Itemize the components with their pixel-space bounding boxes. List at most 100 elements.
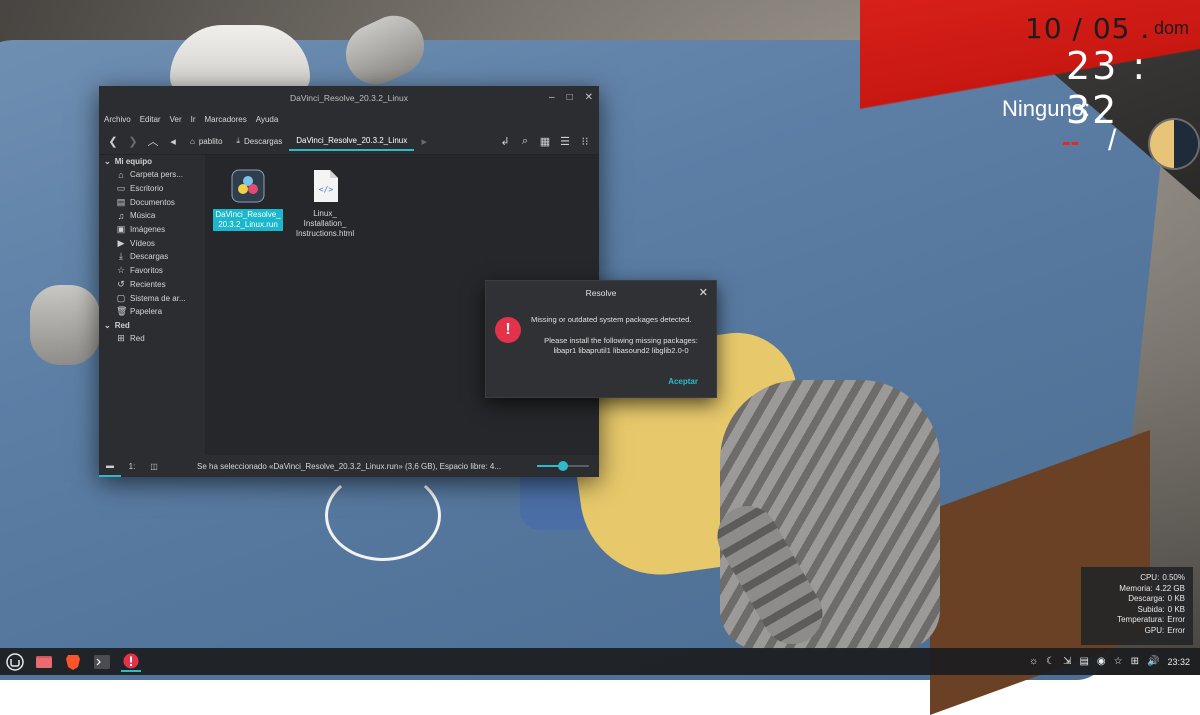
- sidebar-item-recent[interactable]: ↺ Recientes: [99, 278, 205, 292]
- file-item[interactable]: </> Linux_ Installation_ Instructions.html: [287, 169, 363, 239]
- menu-bookmarks[interactable]: Marcadores: [205, 115, 247, 124]
- sidebar-item-downloads[interactable]: ⤓ Descargas: [99, 250, 205, 264]
- list-view-icon[interactable]: ☰: [555, 131, 575, 151]
- toolbar: ❮ ❯ ︿ ◂ ⌂ pablito ⤓ Descargas DaVinci_Reso…: [99, 128, 599, 155]
- sidebar: ⌄ Mi equipo ⌂ Carpeta pers... ▭ Escritorio …: [99, 155, 205, 455]
- show-tree-icon[interactable]: 1:: [121, 455, 143, 477]
- sidebar-item-filesystem[interactable]: ▢ Sistema de ar...: [99, 291, 205, 305]
- dialog-detail-line: Please install the following missing pac…: [544, 336, 698, 345]
- volume-icon[interactable]: 🔊: [1147, 656, 1159, 667]
- sysmon-key: Temperatura:: [1117, 615, 1165, 624]
- dialog-message: Missing or outdated system packages dete…: [531, 315, 692, 324]
- download-icon: ⤓: [236, 136, 240, 145]
- sysmon-key: CPU:: [1140, 573, 1160, 582]
- sysmon-row: Descarga: 0 KB: [1089, 594, 1185, 605]
- window-controls: – □ ✕: [549, 92, 593, 103]
- breadcrumb-downloads-label: Descargas: [243, 136, 283, 146]
- up-icon[interactable]: ︿: [143, 131, 163, 151]
- favorites-tray-icon[interactable]: ☆: [1114, 656, 1123, 667]
- pictures-icon: ▣: [116, 224, 126, 235]
- sidebar-item-trash[interactable]: 🗑 Papelera: [99, 305, 205, 319]
- sidebar-item-label: Carpeta pers...: [130, 170, 183, 180]
- file-name-line: Linux_: [313, 209, 337, 218]
- sidebar-item-network[interactable]: ⊞ Red: [99, 332, 205, 346]
- sysmon-key: GPU:: [1144, 625, 1165, 635]
- menu-go[interactable]: Ir: [191, 115, 196, 124]
- terminal-icon[interactable]: [92, 652, 112, 672]
- files-launcher-icon[interactable]: [34, 652, 54, 672]
- breadcrumb-home-label: pablito: [198, 136, 223, 146]
- file-item[interactable]: DaVinci_Resolve_ 20.3.2_Linux.run: [210, 169, 286, 231]
- sysmon-key: Descarga:: [1128, 594, 1165, 603]
- sidebar-item-label: Sistema de ar...: [130, 293, 186, 303]
- sidebar-item-documents[interactable]: ▤ Documentos: [99, 195, 205, 209]
- forward-icon[interactable]: ❯: [123, 131, 143, 151]
- zoom-slider[interactable]: [537, 461, 589, 471]
- breadcrumb-left-icon[interactable]: ◂: [163, 131, 183, 151]
- breadcrumb-current[interactable]: DaVinci_Resolve_20.3.2_Linux: [289, 131, 415, 151]
- sysmon-value: Error: [1167, 615, 1185, 624]
- home-icon: ⌂: [190, 136, 195, 146]
- sidebar-section-computer[interactable]: ⌄ Mi equipo: [99, 155, 205, 168]
- home-icon: ⌂: [118, 169, 124, 180]
- sidebar-item-label: Imágenes: [130, 225, 166, 235]
- sidebar-item-videos[interactable]: ▶ Vídeos: [99, 236, 205, 250]
- show-places-icon[interactable]: ▬: [99, 455, 121, 477]
- terminal-window-icon: [94, 654, 110, 669]
- chevron-down-icon: ⌄: [104, 320, 111, 330]
- night-mode-icon[interactable]: ☾: [1046, 656, 1055, 667]
- location-toggle-icon[interactable]: ↲: [495, 131, 515, 151]
- file-name-line: DaVinci_Resolve_: [215, 210, 281, 219]
- ok-button[interactable]: Aceptar: [668, 377, 698, 386]
- breadcrumb-downloads[interactable]: ⤓ Descargas: [229, 131, 289, 151]
- hide-sidebar-icon[interactable]: ◫: [143, 455, 165, 477]
- xpad-icon[interactable]: ▤: [1079, 656, 1088, 667]
- window-titlebar[interactable]: DaVinci_Resolve_20.3.2_Linux – □ ✕: [99, 86, 599, 110]
- zoom-slider-knob[interactable]: [558, 461, 568, 471]
- minimize-icon[interactable]: –: [549, 92, 555, 103]
- star-icon: ☆: [116, 265, 126, 276]
- sidebar-item-desktop[interactable]: ▭ Escritorio: [99, 182, 205, 196]
- grid-view-icon[interactable]: ▦: [535, 131, 555, 151]
- mint-menu-icon[interactable]: [5, 652, 25, 672]
- breadcrumb-home[interactable]: ⌂ pablito: [183, 131, 229, 151]
- conky-weekday: dom: [1154, 18, 1190, 38]
- davinci-resolve-icon: [231, 169, 265, 203]
- menu-file[interactable]: Archivo: [104, 115, 131, 124]
- back-icon[interactable]: ❮: [103, 131, 123, 151]
- file-name-line: Installation_: [303, 219, 347, 228]
- html-file-icon: </>: [314, 170, 338, 202]
- brave-browser-icon[interactable]: [63, 652, 83, 672]
- sidebar-section-network[interactable]: ⌄ Red: [99, 319, 205, 332]
- menu-view[interactable]: Ver: [170, 115, 182, 124]
- wallpaper-cable: [325, 470, 441, 561]
- system-monitor-widget: CPU: 0.50% Memoria: 4.22 GB Descarga: 0 KB …: [1081, 567, 1193, 645]
- sysmon-value: 0.50%: [1162, 573, 1185, 582]
- sysmon-row: Subida: 0 KB: [1089, 605, 1185, 616]
- compact-view-icon[interactable]: ⁝⁝: [575, 131, 595, 151]
- sysmon-key: Memoria:: [1119, 583, 1153, 593]
- documents-icon: ▤: [116, 196, 126, 207]
- dialog-titlebar[interactable]: Resolve ✕: [486, 281, 716, 305]
- maximize-icon[interactable]: □: [567, 92, 573, 103]
- brightness-icon[interactable]: ☼: [1029, 656, 1038, 667]
- sysmon-value: Error: [1167, 625, 1185, 635]
- update-manager-icon[interactable]: ⇲: [1063, 656, 1071, 667]
- breadcrumb-right-icon[interactable]: ▸: [414, 131, 434, 151]
- menu-help[interactable]: Ayuda: [256, 115, 279, 124]
- close-icon[interactable]: ✕: [585, 92, 593, 103]
- steam-icon[interactable]: ◉: [1097, 656, 1106, 667]
- resolve-task-icon[interactable]: [121, 651, 141, 672]
- close-icon[interactable]: ✕: [699, 286, 708, 299]
- network-tray-icon[interactable]: ⊞: [1131, 656, 1139, 667]
- sysmon-value: 4.22 GB: [1155, 583, 1185, 593]
- taskbar-clock[interactable]: 23:32: [1167, 657, 1190, 667]
- wallpaper-cat-head: [170, 25, 310, 95]
- menu-edit[interactable]: Editar: [140, 115, 161, 124]
- search-icon[interactable]: ⌕: [515, 131, 535, 151]
- sidebar-item-home[interactable]: ⌂ Carpeta pers...: [99, 168, 205, 182]
- sidebar-item-favorites[interactable]: ☆ Favoritos: [99, 264, 205, 278]
- sidebar-item-pictures[interactable]: ▣ Imágenes: [99, 223, 205, 237]
- menu-bar: Archivo Editar Ver Ir Marcadores Ayuda: [99, 110, 599, 128]
- sidebar-item-music[interactable]: ♫ Música: [99, 209, 205, 223]
